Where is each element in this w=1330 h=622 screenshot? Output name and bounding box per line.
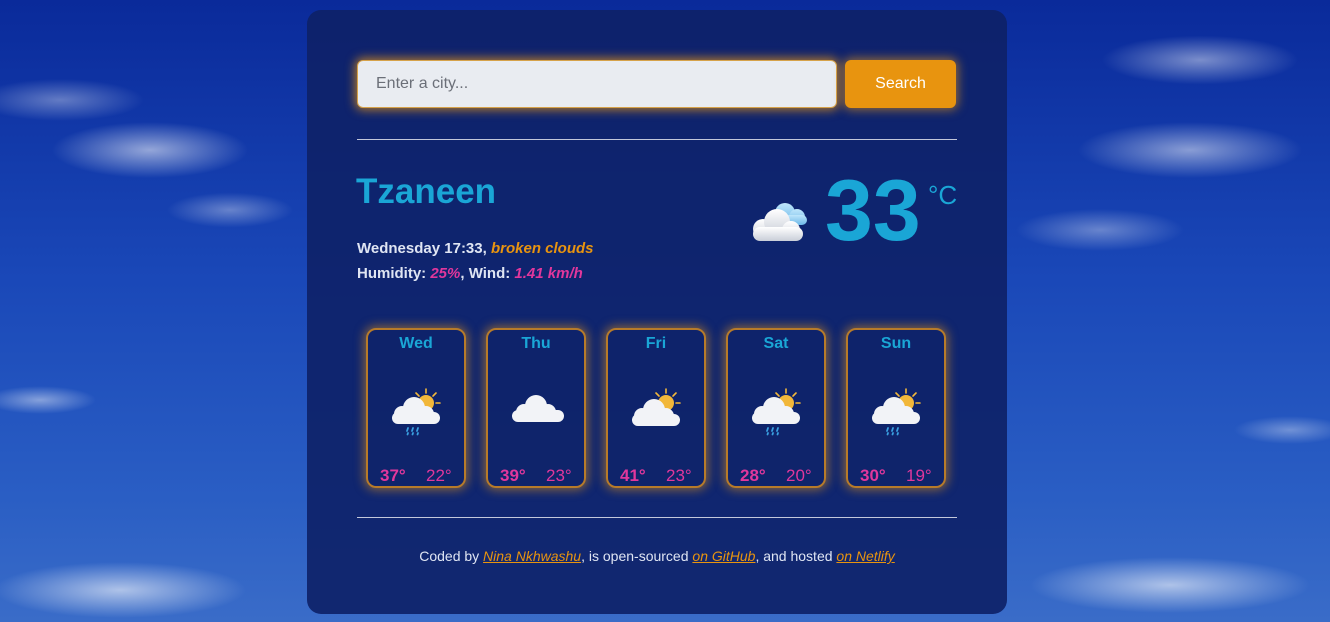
forecast-min-temp: 23° bbox=[546, 466, 572, 485]
date-description-line: Wednesday 17:33, broken clouds bbox=[357, 236, 594, 261]
forecast-day-name: Fri bbox=[645, 335, 667, 352]
forecast-max-temp: 30° bbox=[860, 466, 886, 485]
humidity-label: Humidity: bbox=[357, 265, 431, 282]
author-link[interactable]: Nina Nkhwashu bbox=[483, 548, 581, 564]
day-time: Wednesday 17:33 bbox=[357, 240, 483, 257]
sun-cloud-rain-icon bbox=[872, 388, 921, 436]
forecast-max-temp: 41° bbox=[620, 466, 646, 485]
forecast-min-temp: 22° bbox=[426, 466, 452, 485]
footer: Coded by Nina Nkhwashu, is open-sourced … bbox=[307, 548, 1007, 564]
forecast-day-name: Thu bbox=[521, 335, 551, 352]
top-divider bbox=[357, 139, 957, 140]
temperature-unit: °C bbox=[928, 180, 958, 210]
humidity-wind-line: Humidity: 25%, Wind: 1.41 km/h bbox=[357, 261, 594, 286]
forecast-max-temp: 39° bbox=[500, 466, 526, 485]
detail-separator: , bbox=[482, 240, 491, 257]
forecast-day-name: Wed bbox=[399, 335, 433, 352]
forecast-day-name: Sat bbox=[763, 335, 789, 352]
netlify-link[interactable]: on Netlify bbox=[836, 548, 894, 564]
forecast-day-name: Sun bbox=[880, 335, 912, 352]
forecast-min-temp: 23° bbox=[666, 466, 692, 485]
sun-cloud-rain-icon bbox=[392, 388, 441, 436]
humidity-value: 25% bbox=[430, 265, 461, 282]
current-details: Wednesday 17:33, broken clouds Humidity:… bbox=[357, 236, 594, 286]
weather-card: Search Tzaneen Wednesday 17:33, broken c… bbox=[307, 10, 1007, 614]
sun-cloud-icon bbox=[632, 388, 681, 426]
sun-cloud-rain-icon bbox=[752, 388, 801, 436]
forecast-day: Sun 30° 19° bbox=[846, 328, 946, 488]
forecast-max-temp: 28° bbox=[740, 466, 766, 485]
forecast-min-temp: 19° bbox=[906, 466, 932, 485]
weather-description: broken clouds bbox=[490, 240, 594, 257]
forecast-day: Thu 39° 23° bbox=[486, 328, 586, 488]
forecast-day: Fri 41° 23° bbox=[606, 328, 706, 488]
wind-label: , Wind: bbox=[460, 265, 515, 282]
forecast-min-temp: 20° bbox=[786, 466, 812, 485]
wind-value: 1.41 km/h bbox=[514, 265, 583, 282]
search-button[interactable]: Search bbox=[845, 60, 956, 108]
city-name: Tzaneen bbox=[356, 172, 497, 211]
footer-middle2: , and hosted bbox=[755, 548, 837, 564]
footer-middle: , is open-sourced bbox=[581, 548, 693, 564]
forecast-day: Sat 28° 20° bbox=[726, 328, 826, 488]
bottom-divider bbox=[357, 517, 957, 518]
github-link[interactable]: on GitHub bbox=[692, 548, 755, 564]
search-form: Search bbox=[357, 60, 957, 108]
broken-clouds-icon bbox=[753, 203, 807, 241]
forecast-max-temp: 37° bbox=[380, 466, 406, 485]
current-temperature: 33 bbox=[825, 163, 921, 259]
footer-prefix: Coded by bbox=[419, 548, 484, 564]
city-search-input[interactable] bbox=[357, 60, 837, 108]
cloud-icon bbox=[512, 395, 564, 422]
forecast-day: Wed 37° 22° bbox=[366, 328, 466, 488]
